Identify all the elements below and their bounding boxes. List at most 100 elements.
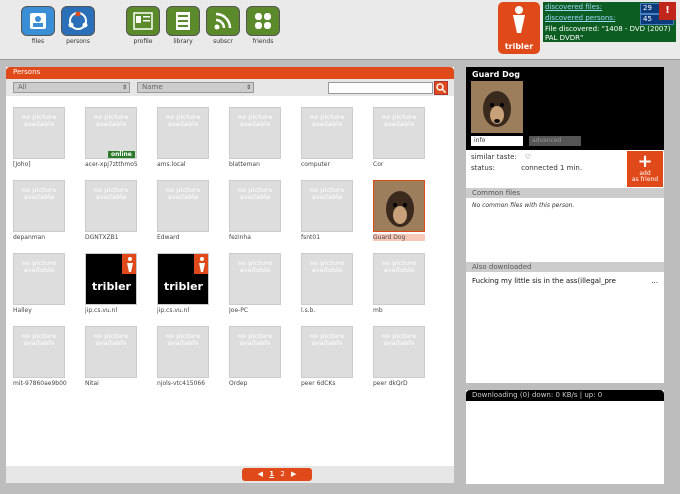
search-input[interactable] bbox=[328, 82, 433, 94]
no-picture-text: available bbox=[95, 121, 127, 128]
prev-page-button[interactable]: ◀ bbox=[258, 470, 263, 478]
person-thumbnail: tribler bbox=[85, 253, 137, 305]
person-card[interactable]: no picture available ams.local bbox=[157, 107, 211, 177]
tab-info[interactable]: info bbox=[471, 136, 523, 146]
person-card[interactable]: no picture available l.s.b. bbox=[301, 253, 355, 323]
profile-button[interactable]: profile bbox=[123, 6, 163, 45]
person-card[interactable]: no picture available peer dkQrD bbox=[373, 326, 427, 396]
tab-advanced[interactable]: advanced bbox=[529, 136, 581, 146]
persons-filter-bar: All ⇕ Name ⇕ bbox=[6, 79, 454, 96]
no-picture-text: no picture bbox=[237, 187, 273, 194]
person-card[interactable]: no picture available computer bbox=[301, 107, 355, 177]
no-picture-text: available bbox=[383, 340, 415, 347]
person-name: depanman bbox=[13, 234, 46, 241]
person-card[interactable]: no picture available Joe-PC bbox=[229, 253, 283, 323]
person-thumbnail: no picture available bbox=[301, 253, 353, 305]
person-thumbnail: no picture available bbox=[229, 107, 281, 159]
person-name: Cor bbox=[373, 161, 384, 168]
person-card[interactable]: tribler jip.cs.vu.nl bbox=[157, 253, 211, 323]
person-card[interactable]: no picture available fezinha bbox=[229, 180, 283, 250]
profile-icon bbox=[126, 6, 160, 36]
discovered-persons-link[interactable]: discovered persons: bbox=[545, 14, 640, 25]
person-card[interactable]: no picture available Nitai bbox=[85, 326, 139, 396]
files-button[interactable]: files bbox=[18, 6, 58, 45]
person-card[interactable]: no picture available DGNTXZB1 bbox=[85, 180, 139, 250]
person-card[interactable]: no picture available mb bbox=[373, 253, 427, 323]
person-thumbnail: no picture available bbox=[373, 107, 425, 159]
no-picture-text: no picture bbox=[21, 187, 57, 194]
person-card[interactable]: no picture available Cor bbox=[373, 107, 427, 177]
person-card[interactable]: no picture available Halley bbox=[13, 253, 67, 323]
no-picture-placeholder: no picture available bbox=[305, 260, 349, 274]
no-picture-placeholder: no picture available bbox=[89, 187, 133, 201]
similar-taste-label: similar taste: bbox=[471, 153, 517, 161]
add-friend-button[interactable]: + add as friend bbox=[627, 151, 663, 187]
person-card[interactable]: tribler jip.cs.vu.nl bbox=[85, 253, 139, 323]
friends-button[interactable]: friends bbox=[243, 6, 283, 45]
no-picture-text: available bbox=[239, 194, 271, 201]
person-card[interactable]: no picture available fsnt01 bbox=[301, 180, 355, 250]
online-badge: online bbox=[108, 151, 135, 158]
no-picture-text: no picture bbox=[93, 187, 129, 194]
no-picture-text: available bbox=[167, 194, 199, 201]
no-picture-text: no picture bbox=[165, 114, 201, 121]
person-name: jip.cs.vu.nl bbox=[85, 307, 118, 314]
pager-bar: ◀ 1 2 ▶ bbox=[6, 466, 454, 483]
person-card[interactable]: no picture available depanman bbox=[13, 180, 67, 250]
discovered-files-link[interactable]: discovered files: bbox=[545, 3, 640, 14]
no-picture-text: no picture bbox=[309, 187, 345, 194]
tribler-thumb-text: tribler bbox=[92, 280, 131, 293]
library-button[interactable]: library bbox=[163, 6, 203, 45]
person-name: Guard Dog bbox=[373, 234, 425, 241]
category-select-value: All bbox=[18, 83, 27, 91]
person-name: [Joho] bbox=[13, 161, 31, 168]
status-value: connected 1 min. bbox=[521, 164, 583, 172]
also-downloaded-item[interactable]: Fucking my little sis in the ass(illegal… bbox=[472, 277, 658, 285]
person-thumbnail: no picture available bbox=[229, 326, 281, 378]
common-files-title: Common files bbox=[466, 188, 664, 198]
person-card[interactable]: no picture available [Joho] bbox=[13, 107, 67, 177]
category-select[interactable]: All ⇕ bbox=[13, 82, 130, 93]
no-picture-text: available bbox=[311, 121, 343, 128]
no-picture-text: no picture bbox=[381, 260, 417, 267]
sort-select[interactable]: Name ⇕ bbox=[137, 82, 254, 93]
no-picture-placeholder: no picture available bbox=[17, 187, 61, 201]
search-button[interactable] bbox=[434, 81, 448, 95]
person-card[interactable]: no picture available Ordep bbox=[229, 326, 283, 396]
no-picture-placeholder: no picture available bbox=[17, 114, 61, 128]
next-page-button[interactable]: ▶ bbox=[291, 470, 296, 478]
no-picture-placeholder: no picture available bbox=[89, 333, 133, 347]
person-thumbnail: no picture available bbox=[157, 107, 209, 159]
page-1-link[interactable]: 1 bbox=[269, 470, 274, 478]
subscriptions-icon bbox=[206, 6, 240, 36]
person-thumbnail: no picture available bbox=[157, 180, 209, 232]
person-name: Edward bbox=[157, 234, 180, 241]
no-picture-text: available bbox=[311, 267, 343, 274]
person-card[interactable]: no picture available blatteman bbox=[229, 107, 283, 177]
person-card[interactable]: no picture available njols-vtc415066 bbox=[157, 326, 211, 396]
page-2-link[interactable]: 2 bbox=[280, 470, 284, 478]
no-picture-placeholder: no picture available bbox=[233, 333, 277, 347]
person-name: njols-vtc415066 bbox=[157, 380, 206, 387]
person-thumbnail: no picture available bbox=[229, 180, 281, 232]
person-card[interactable]: no picture available mit-97860ae9b00 bbox=[13, 326, 67, 396]
no-picture-text: no picture bbox=[21, 333, 57, 340]
person-thumbnail: no picture available bbox=[301, 180, 353, 232]
person-card[interactable]: no picture available Edward bbox=[157, 180, 211, 250]
subscriptions-button[interactable]: subscr bbox=[203, 6, 243, 45]
persons-icon bbox=[61, 6, 95, 36]
no-picture-text: no picture bbox=[21, 114, 57, 121]
add-friend-label-2: as friend bbox=[631, 176, 659, 183]
common-files-text: No common files with this person. bbox=[472, 202, 575, 209]
no-picture-text: available bbox=[239, 340, 271, 347]
person-thumbnail: no picture available bbox=[85, 180, 137, 232]
files-icon bbox=[21, 6, 55, 36]
person-card[interactable]: no picture available online acer-xpj7ztthmo… bbox=[85, 107, 139, 177]
persons-button[interactable]: persons bbox=[58, 6, 98, 45]
person-card[interactable]: Guard Dog bbox=[373, 180, 427, 250]
person-detail-panel: Guard Dog info advanced similar taste: ♡… bbox=[466, 67, 664, 383]
no-picture-text: no picture bbox=[165, 187, 201, 194]
person-card[interactable]: no picture available peer 6dCKs bbox=[301, 326, 355, 396]
no-picture-text: available bbox=[311, 194, 343, 201]
alert-button[interactable]: ! bbox=[659, 2, 676, 20]
